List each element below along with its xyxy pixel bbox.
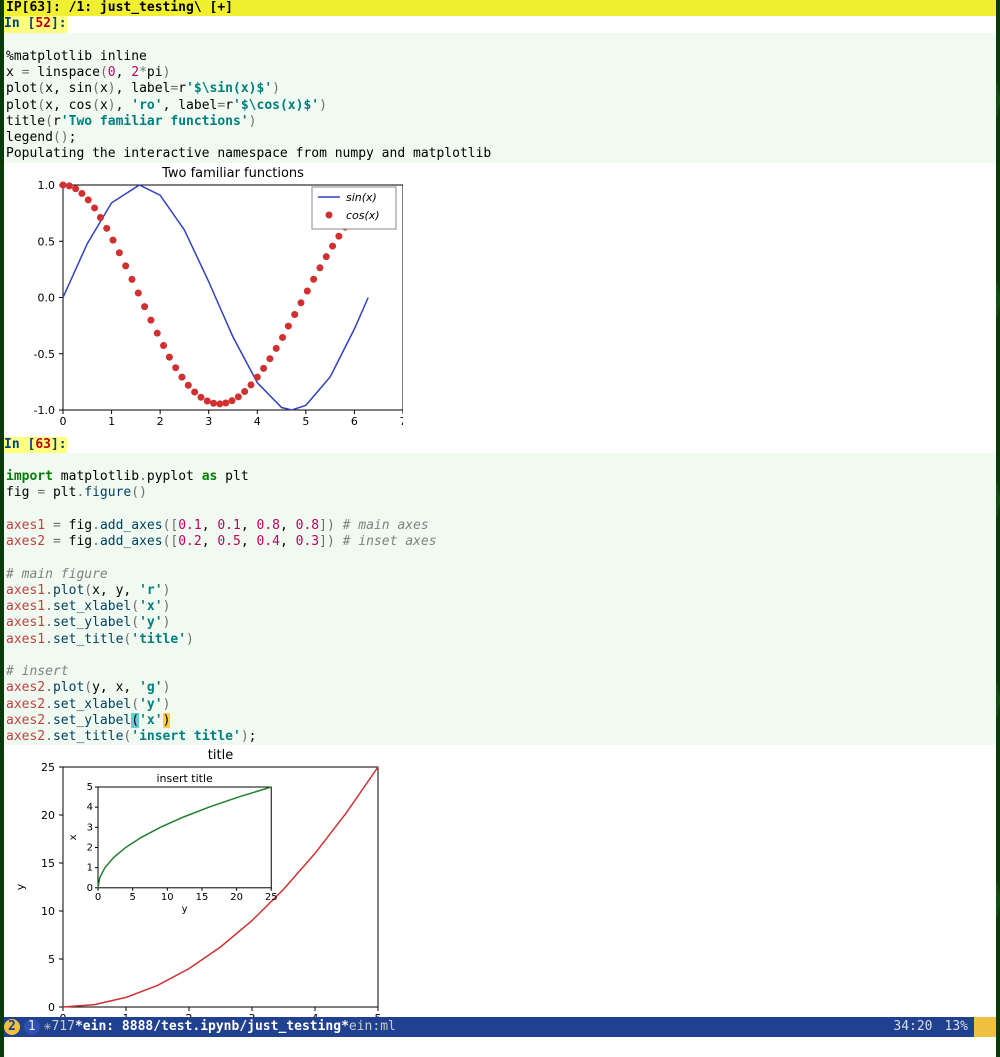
svg-text:y: y [182,904,188,915]
svg-text:25: 25 [265,892,278,903]
svg-text:0: 0 [60,415,67,428]
major-mode: ein:ml [349,1019,396,1035]
svg-text:-1.0: -1.0 [34,404,55,417]
modeline-end [974,1017,996,1037]
svg-text:10: 10 [161,892,174,903]
code-line: axes1.set_xlabel('x') [6,599,170,614]
svg-text:0.0: 0.0 [38,291,56,304]
comment-line: # insert [6,664,69,679]
code-line: plot(x, cos(x), 'ro', label=r'$\cos(x)$'… [6,98,327,113]
code-line: import matplotlib.pyplot as plt [6,469,249,484]
svg-text:1: 1 [87,863,93,874]
chart-output-2: 0123450510152025titlexy0510152025012345i… [4,745,996,1039]
svg-text:x: x [68,835,79,841]
prompt-number: 63 [35,437,51,452]
code-cell-52[interactable]: %matplotlib inline x = linspace(0, 2*pi)… [4,33,996,163]
svg-text:3: 3 [205,415,212,428]
chart-two-familiar-functions: 0 1 2 3 4 5 6 7 -1.0 -0.5 0.0 0.5 1.0 Two familiar fu… [8,165,403,435]
svg-text:20: 20 [230,892,243,903]
prompt-in: In [ [4,437,35,452]
code-cell-63[interactable]: import matplotlib.pyplot as plt fig = pl… [4,453,996,746]
svg-text:2: 2 [87,843,93,854]
code-line: x = linspace(0, 2*pi) [6,65,170,80]
svg-text:4: 4 [87,802,93,813]
svg-text:7: 7 [400,415,404,428]
modeline-badge2: 1 [24,1019,40,1035]
svg-text:y: y [14,884,27,891]
code-line: axes1.plot(x, y, 'r') [6,583,170,598]
prompt-close: ]: [51,16,67,31]
svg-text:1.0: 1.0 [38,179,56,192]
code-line: axes1.set_title('title') [6,632,194,647]
buffer-name: *ein: 8888/test.ipynb/just_testing* [75,1019,349,1035]
svg-text:10: 10 [41,905,55,918]
svg-text:-0.5: -0.5 [34,347,55,360]
svg-text:5: 5 [302,415,309,428]
prompt-number: 52 [35,16,51,31]
svg-text:insert title: insert title [156,772,213,785]
svg-text:5: 5 [87,782,93,793]
svg-text:3: 3 [87,823,93,834]
modeline-badge: 2 [4,1019,20,1035]
minibuffer[interactable] [4,1037,996,1057]
scroll-percent: 13% [939,1019,974,1035]
svg-text:2: 2 [157,415,164,428]
code-line: axes2.set_ylabel('x') [6,713,170,728]
code-line: plot(x, sin(x), label=r'$\sin(x)$') [6,81,280,96]
svg-text:0.5: 0.5 [38,235,56,248]
editor-frame: IP[63]: /1: just_testing\ [+] In [52]: %… [4,0,996,1039]
cursor-position: 34:20 [887,1019,938,1035]
svg-text:20: 20 [41,809,55,822]
code-line: legend(); [6,130,76,145]
svg-text:sin(x): sin(x) [346,191,377,204]
svg-text:cos(x): cos(x) [346,209,380,222]
code-line: axes1 = fig.add_axes([0.1, 0.1, 0.8, 0.8… [6,518,429,533]
chart-output-1: 0 1 2 3 4 5 6 7 -1.0 -0.5 0.0 0.5 1.0 Two familiar fu… [4,163,996,437]
code-line: fig = plt.figure() [6,485,147,500]
window-title: IP[63]: /1: just_testing\ [+] [4,0,996,16]
prompt-close: ]: [51,437,67,452]
code-line: axes2.set_title('insert title'); [6,729,256,744]
cell-prompt-52[interactable]: In [52]: [4,16,67,32]
prompt-in: In [ [4,16,35,31]
svg-text:6: 6 [351,415,358,428]
code-line: axes1.set_ylabel('y') [6,615,170,630]
svg-text:title: title [208,748,233,763]
chart-title-inset: 0123450510152025titlexy0510152025012345i… [8,747,388,1037]
cell-prompt-63[interactable]: In [63]: [4,437,67,453]
line-count: 717 [51,1019,74,1035]
comment-line: # main figure [6,567,108,582]
mode-line: 2 1 ✳ 717 *ein: 8888/test.ipynb/just_tes… [4,1017,996,1037]
code-line: axes2 = fig.add_axes([0.2, 0.5, 0.4, 0.3… [6,534,437,549]
code-line: axes2.plot(y, x, 'g') [6,680,170,695]
code-line: axes2.set_xlabel('y') [6,697,170,712]
svg-text:5: 5 [129,892,135,903]
code-line: title(r'Two familiar functions') [6,114,256,129]
svg-text:15: 15 [196,892,209,903]
svg-text:15: 15 [41,857,55,870]
svg-text:4: 4 [254,415,261,428]
code-line: %matplotlib inline [6,49,147,64]
modified-icon: ✳ [44,1019,52,1035]
svg-text:Two familiar functions: Two familiar functions [161,166,304,181]
svg-text:0: 0 [95,892,101,903]
svg-text:1: 1 [108,415,115,428]
output-line: Populating the interactive namespace fro… [6,146,491,161]
svg-text:25: 25 [41,761,55,774]
svg-text:0: 0 [87,883,93,894]
svg-text:5: 5 [48,953,55,966]
svg-text:0: 0 [48,1001,55,1014]
